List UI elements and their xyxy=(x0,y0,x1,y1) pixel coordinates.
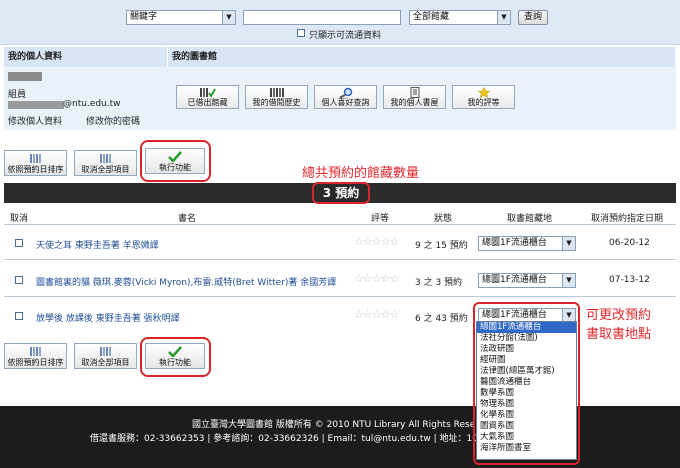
edit-password-link[interactable]: 修改你的密碼 xyxy=(86,114,140,127)
search-field-value: 關鍵字 xyxy=(130,12,158,22)
books-icon xyxy=(29,154,41,163)
col-pickup: 取書館藏地 xyxy=(507,214,553,224)
available-only-label: 只顯示可流通資料 xyxy=(309,31,382,41)
checked-out-button[interactable]: 已借出館藏 xyxy=(176,85,239,109)
profile-email-domain: @ntu.edu.tw xyxy=(63,99,121,109)
highlight-oval-bottom-execute xyxy=(140,337,211,377)
sort-by-date-button-bottom[interactable]: 依照預約日排序 xyxy=(4,343,67,369)
sort-by-date-label: 依照預約日排序 xyxy=(7,165,64,174)
available-only-checkbox[interactable] xyxy=(297,29,305,37)
magnifier-icon xyxy=(339,87,352,98)
search-input[interactable] xyxy=(243,10,401,25)
pickup-annotation-line1: 可更改預約 xyxy=(586,308,652,323)
highlight-oval-top-execute xyxy=(140,140,211,182)
library-select[interactable]: 全部館藏 ▼ xyxy=(409,10,511,25)
pickup-select-value: 總圖1F流通櫃台 xyxy=(482,275,547,285)
table-row-title[interactable]: 天使之耳 東野圭吾著 羊恩媺譯 xyxy=(36,238,159,251)
star-icon xyxy=(477,87,490,98)
preferences-label: 個人喜好查詢 xyxy=(321,98,370,107)
cancel-all-label: 取消全部項目 xyxy=(81,165,130,174)
rating-stars[interactable]: ☆☆☆☆☆ xyxy=(354,235,399,248)
row-status: 9 之 15 預約 xyxy=(415,241,468,251)
sort-by-date-label: 依照預約日排序 xyxy=(7,358,64,367)
col-rating: 評等 xyxy=(371,214,390,224)
row-cancel-checkbox[interactable] xyxy=(15,312,23,320)
holds-count: 3 預約 xyxy=(312,182,370,204)
redacted-name xyxy=(8,72,42,81)
books-check-icon xyxy=(199,88,216,98)
highlight-rect-dropdown xyxy=(473,302,580,465)
col-status: 狀態 xyxy=(434,214,453,224)
row-cancel-checkbox[interactable] xyxy=(15,239,23,247)
redacted-email xyxy=(8,101,64,109)
history-button[interactable]: 我的借閱歷史 xyxy=(245,85,308,109)
history-label: 我的借閱歷史 xyxy=(252,98,301,107)
library-heading: 我的圖書館 xyxy=(168,47,676,67)
total-holds-annotation: 總共預約的館藏數量 xyxy=(302,166,420,181)
row-status: 6 之 43 預約 xyxy=(415,314,468,324)
cancel-all-button-top[interactable]: 取消全部項目 xyxy=(74,150,137,176)
chevron-down-icon: ▼ xyxy=(562,274,575,287)
search-field-select[interactable]: 關鍵字 ▼ xyxy=(126,10,236,25)
books-icon xyxy=(29,347,41,356)
books-icon xyxy=(269,88,284,97)
row-status: 3 之 3 預約 xyxy=(415,278,463,288)
preferences-button[interactable]: 個人喜好查詢 xyxy=(314,85,377,109)
footer-contact: 借還書服務：02-33662353 | 參考諮詢：02-33662326 | E… xyxy=(90,434,505,444)
notebook-icon xyxy=(410,87,419,98)
col-cancel-date: 取消預約指定日期 xyxy=(591,214,664,224)
ratings-button[interactable]: 我的評等 xyxy=(452,85,515,109)
books-icon xyxy=(99,347,111,356)
table-row-title[interactable]: 放學後 放課後 東野圭吾著 張秋明譯 xyxy=(36,311,180,324)
pickup-annotation-line2: 書取書地點 xyxy=(586,327,652,342)
library-panel: 已借出館藏 我的借閱歷史 個人喜好查詢 我的個人書屋 我的評等 xyxy=(168,67,676,130)
checked-out-label: 已借出館藏 xyxy=(187,98,228,107)
search-bar: 關鍵字 ▼ 全部館藏 ▼ 查詢 只顯示可流通資料 xyxy=(0,0,680,45)
pickup-select[interactable]: 總圖1F流通櫃台 ▼ xyxy=(478,273,576,288)
pickup-select[interactable]: 總圖1F流通櫃台 ▼ xyxy=(478,236,576,251)
rating-stars[interactable]: ☆☆☆☆☆ xyxy=(354,272,399,285)
chevron-down-icon: ▼ xyxy=(562,237,575,250)
rating-stars[interactable]: ☆☆☆☆☆ xyxy=(354,308,399,321)
divider xyxy=(4,259,676,260)
chevron-down-icon: ▼ xyxy=(497,11,510,24)
row-cancel-date: 07-13-12 xyxy=(609,275,650,285)
chevron-down-icon: ▼ xyxy=(222,11,235,24)
edit-profile-link[interactable]: 修改個人資料 xyxy=(8,114,62,127)
bookshelf-label: 我的個人書屋 xyxy=(390,98,439,107)
row-cancel-date: 06-20-12 xyxy=(609,238,650,248)
divider xyxy=(4,296,676,297)
bookshelf-button[interactable]: 我的個人書屋 xyxy=(383,85,446,109)
profile-heading: 我的個人資料 xyxy=(4,47,168,67)
books-icon xyxy=(99,154,111,163)
row-cancel-checkbox[interactable] xyxy=(15,276,23,284)
profile-panel: 組員 @ntu.edu.tw 修改個人資料 修改你的密碼 xyxy=(4,67,168,130)
pickup-select-value: 總圖1F流通櫃台 xyxy=(482,238,547,248)
cancel-all-button-bottom[interactable]: 取消全部項目 xyxy=(74,343,137,369)
table-row-title[interactable]: 圖書館裏的貓 薇琪.麥蓉(Vicki Myron),布雷.威特(Bret Wit… xyxy=(36,275,336,288)
search-button[interactable]: 查詢 xyxy=(518,10,548,25)
library-select-value: 全部館藏 xyxy=(413,12,450,22)
col-cancel: 取消 xyxy=(10,214,29,224)
divider xyxy=(4,224,676,225)
profile-role: 組員 xyxy=(8,90,27,100)
col-title: 書名 xyxy=(178,214,197,224)
sort-by-date-button-top[interactable]: 依照預約日排序 xyxy=(4,150,67,176)
cancel-all-label: 取消全部項目 xyxy=(81,358,130,367)
ratings-label: 我的評等 xyxy=(467,98,500,107)
footer-copyright: 國立臺灣大學圖書館 版權所有 © 2010 NTU Library All Ri… xyxy=(192,420,490,430)
